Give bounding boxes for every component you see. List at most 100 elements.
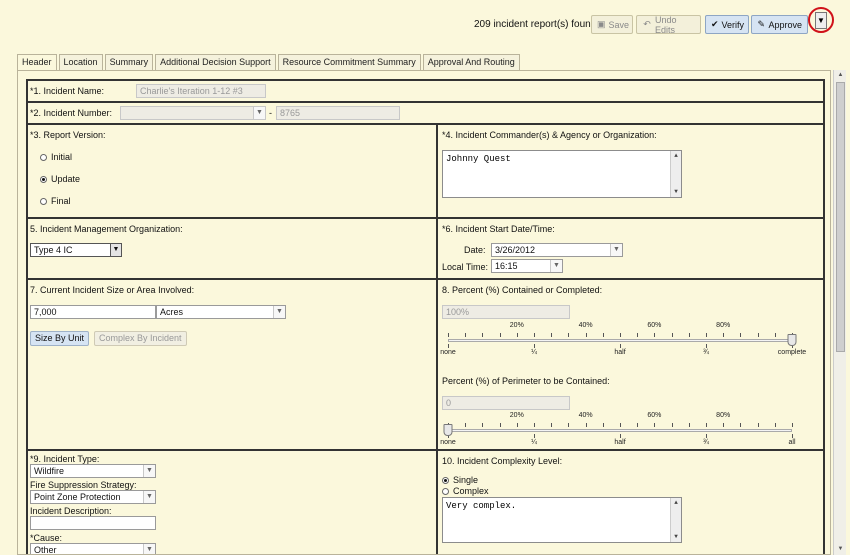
scroll-up-icon[interactable]: ▲ <box>671 498 681 508</box>
contained-slider-quarter-tick <box>448 344 449 348</box>
column-divider <box>436 219 438 278</box>
contained-slider-track[interactable] <box>448 339 792 342</box>
suppression-select[interactable]: Point Zone Protection ▼ <box>30 490 156 504</box>
radio-final[interactable]: Final <box>40 196 71 206</box>
tab-bar: Header Location Summary Additional Decis… <box>17 54 522 71</box>
description-input[interactable] <box>30 516 156 530</box>
contained-slider-top-label: 40% <box>578 322 593 329</box>
mgmt-org-select[interactable]: Type 4 IC ▼ <box>30 243 122 257</box>
contained-slider-tick <box>482 333 484 337</box>
date-value: 3/26/2012 <box>495 245 536 255</box>
start-datetime-label: *6. Incident Start Date/Time: <box>442 224 555 234</box>
verify-button[interactable]: ✔ Verify <box>705 15 749 34</box>
radio-dot-update <box>40 175 47 183</box>
suppression-value: Point Zone Protection <box>34 492 121 502</box>
complex-by-incident-button[interactable]: Complex By Incident <box>94 331 187 346</box>
perimeter-slider-bottom-label: ¼ <box>531 439 537 446</box>
perimeter-input[interactable]: 0 <box>442 396 570 410</box>
commander-textarea[interactable]: Johnny Quest ▲ ▼ <box>442 150 682 198</box>
perimeter-slider-tick <box>723 423 725 427</box>
contained-slider-top-label: 60% <box>647 322 662 329</box>
perimeter-slider-quarter-tick <box>792 434 793 438</box>
radio-dot-initial <box>40 153 47 161</box>
size-by-unit-button[interactable]: Size By Unit <box>30 331 90 346</box>
tab-resource-commitment-summary[interactable]: Resource Commitment Summary <box>277 54 421 70</box>
radio-single[interactable]: Single <box>442 475 478 485</box>
size-input[interactable]: 7,000 <box>30 305 156 319</box>
undo-label: Undo Edits <box>655 14 677 35</box>
time-input[interactable]: 16:15 ▼ <box>491 259 563 273</box>
tab-approval-and-routing[interactable]: Approval And Routing <box>422 54 520 70</box>
incident-number-input[interactable]: 8765 <box>276 106 400 120</box>
contained-slider-tick <box>465 333 467 337</box>
perimeter-slider-track[interactable] <box>448 429 792 432</box>
cause-select[interactable]: Other ▼ <box>30 543 156 554</box>
contained-slider-bottom-label: none <box>440 349 456 356</box>
scroll-down-icon[interactable]: ▼ <box>834 544 847 555</box>
contained-slider-thumb[interactable] <box>787 334 797 346</box>
mgmt-org-value: Type 4 IC <box>34 245 73 255</box>
row-size-contained: 7. Current Incident Size or Area Involve… <box>28 280 823 451</box>
approve-button[interactable]: ✎ Approve <box>751 15 808 34</box>
row-mgmt-start: 5. Incident Management Organization: Typ… <box>28 219 823 280</box>
contained-slider[interactable]: 20% 40% 60% 80% none ¼ half ¾ complete <box>440 322 806 356</box>
date-input[interactable]: 3/26/2012 ▼ <box>491 243 623 257</box>
tab-location[interactable]: Location <box>58 54 103 70</box>
undo-edits-button[interactable]: ↶ Undo Edits <box>636 14 701 35</box>
complexity-textarea[interactable]: Very complex. ▲ ▼ <box>442 497 682 543</box>
contained-slider-tick <box>534 333 535 337</box>
textarea-scrollbar[interactable]: ▲ ▼ <box>670 498 681 542</box>
cause-label: *Cause: <box>30 533 63 543</box>
disk-icon: ▣ <box>597 19 606 29</box>
perimeter-slider-quarter-tick <box>620 434 621 438</box>
scroll-down-icon[interactable]: ▼ <box>671 187 681 197</box>
textarea-scrollbar[interactable]: ▲ ▼ <box>670 151 681 197</box>
scroll-up-icon[interactable]: ▲ <box>834 70 847 81</box>
contained-slider-quarter-tick <box>620 344 621 348</box>
contained-slider-tick <box>654 333 656 337</box>
page-scrollbar[interactable]: ▲ ▼ <box>833 70 846 555</box>
scrollbar-thumb[interactable] <box>836 82 845 352</box>
incident-number-prefix-select[interactable]: ▼ <box>120 106 266 120</box>
contained-slider-tick <box>740 333 742 337</box>
incident-type-select[interactable]: Wildfire ▼ <box>30 464 156 478</box>
radio-initial[interactable]: Initial <box>40 152 72 162</box>
scroll-down-icon[interactable]: ▼ <box>671 532 681 542</box>
perimeter-slider-tick <box>774 423 776 427</box>
perimeter-slider-tick <box>499 423 501 427</box>
perimeter-slider-bottom-label: ¾ <box>703 439 709 446</box>
approve-icon: ✎ <box>757 19 765 29</box>
contained-slider-tick <box>671 333 673 337</box>
scroll-up-icon[interactable]: ▲ <box>671 151 681 161</box>
size-unit-select[interactable]: Acres ▼ <box>156 305 286 319</box>
expand-icon[interactable]: ▼ <box>815 12 827 29</box>
radio-update[interactable]: Update <box>40 174 80 184</box>
complexity-text: Very complex. <box>446 501 517 511</box>
description-label: Incident Description: <box>30 506 112 516</box>
contained-slider-tick <box>499 333 501 337</box>
perimeter-slider-tick <box>465 423 467 427</box>
perimeter-slider[interactable]: 20% 40% 60% 80% none ¼ half ¾ all <box>440 412 795 446</box>
perimeter-slider-thumb[interactable] <box>443 424 453 436</box>
save-button[interactable]: ▣ Save <box>591 15 633 34</box>
perimeter-slider-tick <box>602 423 604 427</box>
contained-input[interactable]: 100% <box>442 305 570 319</box>
incident-name-input[interactable]: Charlie's Iteration 1-12 #3 <box>136 84 266 98</box>
perimeter-slider-top-label: 20% <box>509 412 524 419</box>
contained-slider-tick <box>688 333 690 337</box>
tab-additional-decision-support[interactable]: Additional Decision Support <box>155 54 276 70</box>
radio-update-label: Update <box>51 174 81 184</box>
contained-slider-quarter-tick <box>706 344 707 348</box>
contained-slider-tick <box>516 333 518 337</box>
chevron-down-icon: ▼ <box>273 306 285 318</box>
radio-complex[interactable]: Complex <box>442 486 489 496</box>
incident-name-label: *1. Incident Name: <box>30 86 105 96</box>
radio-single-label: Single <box>453 475 479 485</box>
perimeter-slider-tick <box>671 423 673 427</box>
contained-slider-bottom-label: half <box>614 349 626 356</box>
contained-slider-tick <box>551 333 553 337</box>
perimeter-slider-quarter-tick <box>534 434 535 438</box>
time-value: 16:15 <box>495 261 518 271</box>
tab-summary[interactable]: Summary <box>104 54 154 70</box>
tab-header[interactable]: Header <box>17 54 57 71</box>
